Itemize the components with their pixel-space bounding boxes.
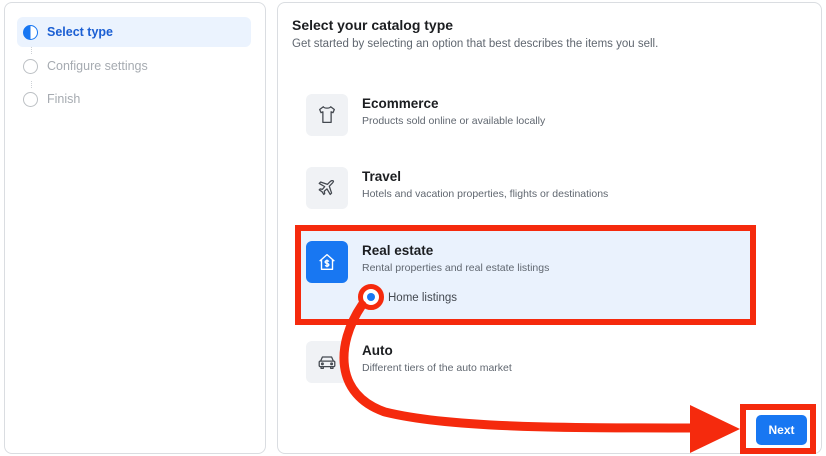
airplane-icon	[306, 167, 348, 209]
option-title: Travel	[362, 169, 402, 184]
steps-panel: Select type Configure settings Finish	[4, 2, 266, 454]
page-subtitle: Get started by selecting an option that …	[292, 38, 659, 50]
option-real-estate[interactable]: Real estate Rental properties and real e…	[306, 241, 746, 285]
step-finish[interactable]: Finish	[17, 84, 251, 114]
option-title: Real estate	[362, 243, 434, 258]
option-description: Rental properties and real estate listin…	[362, 262, 550, 274]
option-description: Hotels and vacation properties, flights …	[362, 188, 609, 200]
option-travel[interactable]: Travel Hotels and vacation properties, f…	[306, 167, 746, 211]
car-icon	[306, 341, 348, 383]
step-label: Select type	[47, 25, 114, 39]
home-listings-radio[interactable]	[358, 284, 384, 310]
step-circle-icon	[23, 58, 38, 74]
catalog-type-panel: Select your catalog type Get started by …	[277, 2, 822, 454]
house-dollar-icon	[306, 241, 348, 283]
tshirt-icon	[306, 94, 348, 136]
option-description: Products sold online or available locall…	[362, 115, 546, 127]
step-label: Finish	[47, 92, 81, 106]
option-title: Auto	[362, 343, 393, 358]
page-title: Select your catalog type	[292, 17, 454, 33]
step-label: Configure settings	[47, 59, 148, 73]
step-circle-icon	[23, 91, 38, 107]
home-listings-label[interactable]: Home listings	[388, 292, 457, 304]
next-button[interactable]: Next	[756, 415, 807, 445]
step-select-type[interactable]: Select type	[17, 17, 251, 47]
step-configure-settings[interactable]: Configure settings	[17, 51, 251, 81]
option-title: Ecommerce	[362, 96, 439, 111]
option-ecommerce[interactable]: Ecommerce Products sold online or availa…	[306, 94, 746, 138]
option-auto[interactable]: Auto Different tiers of the auto market	[306, 341, 746, 385]
radio-selected-dot	[367, 293, 375, 301]
option-description: Different tiers of the auto market	[362, 362, 512, 374]
step-progress-icon	[23, 24, 38, 40]
